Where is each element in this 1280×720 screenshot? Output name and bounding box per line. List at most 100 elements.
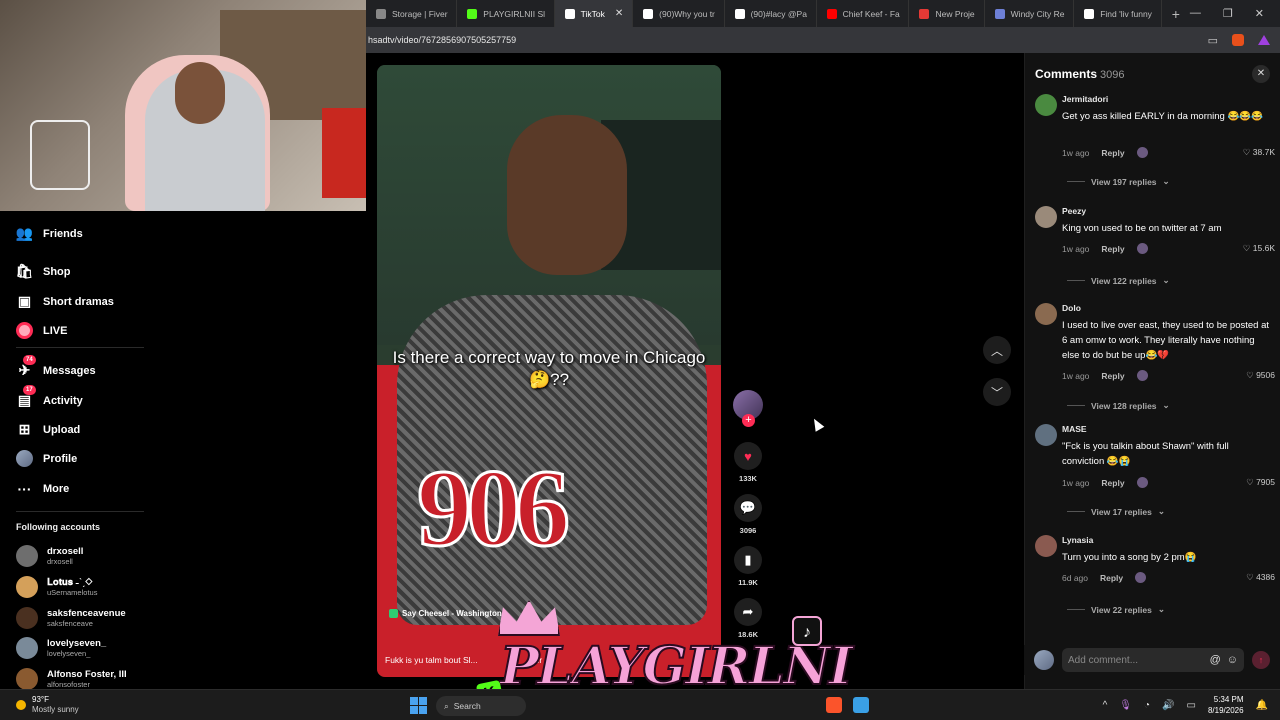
clock-date: 8/19/2026 (1207, 706, 1244, 715)
view-replies-button[interactable]: View 22 replies ⌄ (1067, 604, 1165, 615)
following-account[interactable]: lovelyseven_ lovelyseven_ (16, 637, 106, 659)
comment-like-button[interactable]: ♡ 7905 (1246, 477, 1275, 488)
url-text[interactable]: hsadtv/video/7672856907505257759 (368, 35, 516, 45)
notepad-icon[interactable] (853, 697, 869, 713)
next-video-button[interactable]: ﹀ (983, 378, 1011, 406)
post-comment-button[interactable]: ↑ (1252, 651, 1270, 669)
brave-shield-icon[interactable] (1232, 34, 1244, 46)
tab-label: PLAYGIRLNII Sl (483, 8, 546, 19)
comment-like-button[interactable]: ♡ 15.6K (1243, 243, 1275, 254)
windows-start-icon[interactable] (410, 697, 427, 714)
comment-username[interactable]: MASE (1062, 424, 1087, 434)
browser-tab[interactable]: (90)#lacy @Pa (725, 0, 817, 27)
browser-tab[interactable]: Chief Keef - Fa (817, 0, 910, 27)
clock[interactable]: 5:34 PM 8/19/2026 (1208, 694, 1244, 716)
creator-avatar[interactable]: + (733, 390, 763, 427)
browser-tab[interactable]: Storage | Fiver (366, 0, 458, 27)
cast-icon[interactable]: ▭ (1208, 34, 1218, 47)
sidebar-divider (16, 347, 144, 348)
reply-button[interactable]: Reply (1101, 478, 1124, 488)
comment-username[interactable]: Peezy (1062, 206, 1086, 216)
close-tab-icon[interactable]: ✕ (615, 8, 623, 19)
reply-button[interactable]: Reply (1101, 244, 1124, 254)
volume-icon[interactable]: 🔊 (1162, 700, 1174, 711)
sidebar-item-short-dramas[interactable]: ▣ Short dramas (16, 293, 114, 310)
sidebar-item-messages[interactable]: ✈ 74 Messages (16, 355, 96, 379)
save-button[interactable]: ▮ 11.9K (731, 546, 765, 587)
comment-item: Peezy King von used to be on twitter at … (1035, 206, 1275, 289)
add-comment-input[interactable]: Add comment... @ ☺ (1062, 648, 1244, 672)
chevron-up-icon[interactable]: ^ (1103, 700, 1108, 711)
view-replies-button[interactable]: View 197 replies ⌄ (1067, 176, 1170, 187)
browser-tab[interactable]: Find 'liv funny (1074, 0, 1162, 27)
tiktok-sidebar: Following accounts 👥 Friends 🛍 Shop ▣ Short d… (0, 211, 366, 690)
reply-button[interactable]: Reply (1100, 573, 1123, 583)
browser-tab[interactable]: (90)Why you tr (633, 0, 725, 27)
weather-temp: 93°F (32, 695, 49, 704)
comment-time: 1w ago (1062, 370, 1090, 381)
following-account[interactable]: drxosell drxosell (16, 545, 83, 567)
avatar[interactable] (1035, 206, 1057, 228)
brave-browser-icon[interactable] (826, 697, 842, 713)
friends-icon: 👥 (15, 225, 34, 241)
comment-like-button[interactable]: ♡ 4386 (1246, 572, 1275, 583)
view-replies-button[interactable]: View 128 replies ⌄ (1067, 400, 1170, 411)
comment-text: "Fck is you talkin about Shawn" with ful… (1062, 441, 1229, 467)
sidebar-item-profile[interactable]: Profile (16, 450, 77, 467)
avatar (16, 607, 38, 629)
avatar[interactable] (1035, 535, 1057, 557)
brave-rewards-icon[interactable] (1258, 35, 1270, 45)
previous-video-button[interactable]: ︿ (983, 336, 1011, 364)
browser-tab[interactable]: TikTok ✕ (554, 0, 634, 27)
microphone-icon[interactable]: 🎙 (1119, 700, 1132, 711)
minimize-button[interactable]: — (1190, 7, 1201, 20)
sidebar-item-friends[interactable]: 👥 Friends (16, 225, 83, 242)
taskbar-search-label: Search (453, 701, 481, 711)
sidebar-item-shop[interactable]: 🛍 Shop (16, 263, 71, 280)
comment-button[interactable]: 💬 3096 (731, 494, 765, 535)
reply-button[interactable]: Reply (1101, 148, 1124, 158)
view-replies-button[interactable]: View 122 replies ⌄ (1067, 275, 1170, 286)
video-player[interactable]: 906 Is there a correct way to move in Ch… (377, 65, 721, 677)
weather-widget[interactable]: 93°F Mostly sunny (16, 695, 79, 715)
avatar[interactable] (1035, 94, 1057, 116)
avatar[interactable] (1035, 303, 1057, 325)
follow-button[interactable]: + (742, 414, 755, 427)
browser-tab[interactable]: Windy City Re (985, 0, 1075, 27)
wifi-icon[interactable]: ◔ (1144, 700, 1150, 711)
following-account[interactable]: 𝐋𝐨𝐭𝐮𝐬 ˗ˋˏ◇ uSernamelotus (16, 576, 97, 598)
sidebar-item-upload[interactable]: ⊞ Upload (16, 421, 81, 438)
like-button[interactable]: ♥ 133K (731, 442, 765, 483)
following-account[interactable]: Alfonso Foster, III alfonsofoster (16, 668, 127, 690)
sidebar-item-live[interactable]: LIVE (16, 322, 67, 339)
chevron-up-icon: ︿ (990, 343, 1003, 358)
maximize-button[interactable]: ❐ (1223, 7, 1233, 20)
comment-meta: 1w ago Reply (1062, 243, 1148, 254)
battery-icon[interactable]: ▭ (1187, 700, 1196, 711)
comment-username[interactable]: Jermitadori (1062, 94, 1108, 104)
sidebar-item-activity[interactable]: ▤ 17 Activity (16, 385, 83, 409)
comment-username[interactable]: Lynasia (1062, 535, 1093, 545)
reply-button[interactable]: Reply (1101, 371, 1124, 381)
windows-taskbar: 93°F Mostly sunny ⌕ Search ^ 🎙 ◔ 🔊 ▭ 5:3… (0, 689, 1280, 720)
mention-icon[interactable]: @ (1210, 654, 1221, 666)
browser-tab[interactable]: PLAYGIRLNII Sl (457, 0, 555, 27)
messages-icon: ✈ 74 (16, 355, 36, 379)
comment-like-button[interactable]: ♡ 38.7K (1243, 147, 1275, 158)
comment-username[interactable]: Dolo (1062, 303, 1081, 313)
account-name: lovelyseven_ (47, 638, 107, 649)
comment-like-button[interactable]: ♡ 9506 (1246, 370, 1275, 381)
following-account[interactable]: saksfenceavenue saksfenceave (16, 607, 126, 629)
new-tab-button[interactable]: + (1162, 6, 1190, 22)
chevron-down-icon: ⌄ (1162, 275, 1170, 285)
view-replies-button[interactable]: View 17 replies ⌄ (1067, 506, 1165, 517)
emoji-icon[interactable]: ☺ (1227, 654, 1238, 666)
avatar[interactable] (1035, 424, 1057, 446)
close-window-button[interactable]: ✕ (1255, 7, 1264, 20)
taskbar-search[interactable]: ⌕ Search (436, 696, 526, 716)
browser-tab[interactable]: New Proje (909, 0, 985, 27)
account-name: 𝐋𝐨𝐭𝐮𝐬 ˗ˋˏ◇ (47, 577, 93, 588)
sidebar-item-more[interactable]: ··· More (16, 480, 70, 497)
notification-icon[interactable]: 🔔 (1256, 700, 1268, 711)
close-comments-button[interactable]: ✕ (1252, 65, 1270, 83)
